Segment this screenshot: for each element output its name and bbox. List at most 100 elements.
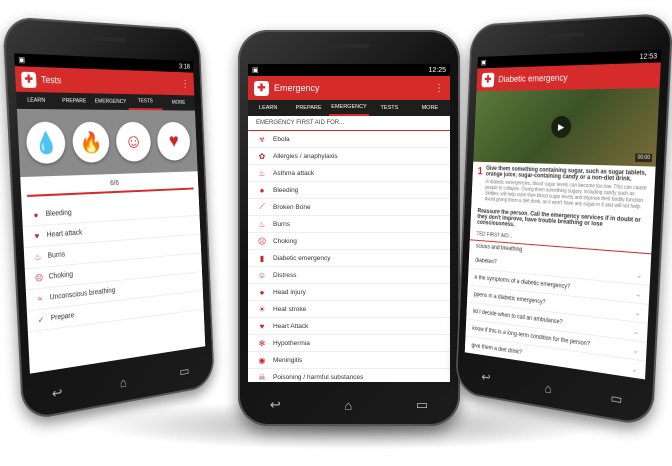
item-label: Meningitis — [273, 357, 302, 364]
test-tiles: 💧 🔥 ☺ ♥ — [17, 109, 198, 177]
notification-icon: ▣ — [18, 56, 25, 65]
item-label: Ebola — [273, 136, 290, 143]
heat-stroke-icon: ☀ — [256, 305, 268, 314]
tab-prepare[interactable]: PREPARE — [55, 93, 93, 110]
overflow-menu-icon[interactable]: ⋮ — [434, 83, 444, 94]
tab-learn[interactable]: LEARN — [248, 100, 288, 116]
item-label: Distress — [273, 272, 296, 279]
item-label: Asthma attack — [273, 170, 314, 177]
item-label: Poisoning / harmful substances — [273, 374, 363, 381]
list-item[interactable]: ☀ Heat stroke — [248, 301, 450, 318]
heart-attack-icon: ♥ — [31, 231, 43, 241]
list-item[interactable]: ● Head injury — [248, 284, 450, 301]
overflow-menu-icon[interactable]: ⋮ — [181, 78, 189, 89]
chevron-down-icon: ⌄ — [632, 346, 638, 355]
app-bar: ✚ Emergency ⋮ — [248, 76, 450, 100]
list-item[interactable]: ◉ Meningitis — [248, 352, 450, 369]
back-key-icon[interactable]: ↩ — [481, 369, 491, 386]
list-item[interactable]: ☹ Choking — [248, 233, 450, 250]
tab-more[interactable]: MORE — [162, 95, 195, 111]
chevron-down-icon: ⌄ — [635, 289, 641, 298]
list-item[interactable]: ✻ Hypothermia — [248, 335, 450, 352]
home-key-icon[interactable]: ⌂ — [119, 374, 127, 390]
app-logo-icon: ✚ — [481, 72, 494, 87]
list-item[interactable]: ✿ Allergies / anaphylaxis — [248, 148, 450, 165]
faq-question: give them a diet drink? — [471, 342, 522, 355]
screen-emergency: ▣ 12:25 ✚ Emergency ⋮ LEARN PREPARE EMER… — [248, 64, 450, 382]
status-time: 12:53 — [639, 52, 657, 60]
recents-key-icon[interactable]: ▭ — [179, 363, 190, 380]
home-key-icon[interactable]: ⌂ — [344, 398, 352, 413]
list-item[interactable]: ☠ Poisoning / harmful substances — [248, 369, 450, 382]
heart-attack-icon: ♥ — [256, 322, 268, 331]
list-item[interactable]: ▮ Diabetic emergency — [248, 250, 450, 267]
tab-prepare[interactable]: PREPARE — [288, 100, 328, 116]
topic-label: Burns — [48, 251, 66, 260]
bleeding-icon: ● — [30, 210, 42, 220]
tab-tests[interactable]: TESTS — [128, 94, 163, 110]
recents-key-icon[interactable]: ▭ — [416, 397, 428, 413]
list-item[interactable]: ♥ Heart Attack — [248, 318, 450, 335]
list-item[interactable]: ⟋ Broken Bone — [248, 199, 450, 216]
choking-icon: ☹ — [33, 273, 45, 284]
speaker-grille — [90, 36, 126, 42]
home-key-icon[interactable]: ⌂ — [544, 380, 552, 396]
distress-icon: ☺ — [256, 271, 268, 280]
tab-emergency[interactable]: EMERGENCY — [329, 100, 369, 116]
item-label: Allergies / anaphylaxis — [273, 153, 338, 160]
phone-tests: ▣ 3:18 ✚ Tests ⋮ LEARN PREPARE EMERGENCY… — [2, 16, 215, 422]
prepare-check-icon: ✓ — [35, 314, 47, 325]
heart-icon[interactable]: ♥ — [156, 122, 190, 161]
list-item[interactable]: ☺ Distress — [248, 267, 450, 284]
unconscious-breathing-icon: ≈ — [34, 294, 46, 305]
recents-key-icon[interactable]: ▭ — [610, 390, 623, 408]
notification-icon: ▣ — [481, 59, 487, 67]
topic-label: Unconscious breathing — [50, 287, 116, 301]
choking-person-icon[interactable]: ☺ — [115, 122, 151, 162]
faq-question: ppens in a diabetic emergency? — [474, 291, 546, 305]
chevron-down-icon: ⌄ — [636, 271, 642, 280]
blood-drops-icon[interactable]: 💧 — [25, 122, 66, 164]
step-number: 1 — [476, 166, 483, 202]
app-title: Diabetic emergency — [498, 70, 654, 84]
list-item[interactable]: ☣ Ebola — [248, 131, 450, 148]
tab-bar: LEARN PREPARE EMERGENCY TESTS MORE — [16, 92, 195, 111]
notification-icon: ▣ — [252, 66, 259, 74]
hypothermia-icon: ✻ — [256, 339, 268, 348]
nav-keys: ↩ ⌂ ▭ — [238, 394, 460, 416]
item-label: Heart Attack — [273, 323, 308, 330]
step-detail-text: In diabetic emergencies, blood sugar lev… — [485, 179, 649, 211]
phone-emergency: ▣ 12:25 ✚ Emergency ⋮ LEARN PREPARE EMER… — [238, 30, 460, 426]
chevron-down-icon: ⌄ — [632, 364, 638, 373]
section-title: EMERGENCY FIRST AID FOR... — [248, 116, 450, 131]
topic-label: Choking — [49, 271, 74, 281]
item-label: Broken Bone — [273, 204, 311, 211]
video-duration: 00:00 — [635, 153, 652, 162]
diabetic-icon: ▮ — [256, 254, 268, 263]
video-player[interactable]: ▶ 00:00 — [473, 88, 659, 167]
flame-icon[interactable]: 🔥 — [72, 122, 110, 163]
list-item[interactable]: ● Bleeding — [248, 182, 450, 199]
back-key-icon[interactable]: ↩ — [270, 397, 281, 413]
tab-emergency[interactable]: EMERGENCY — [92, 93, 128, 110]
phone-diabetic: ▣ 12:53 ✚ Diabetic emergency ▶ 00:00 1 G… — [455, 13, 672, 428]
speaker-grille — [329, 44, 369, 48]
topic-label: Bleeding — [46, 209, 72, 218]
item-label: Head injury — [273, 289, 306, 296]
list-item[interactable]: ♨ Asthma attack — [248, 165, 450, 182]
burns-icon: ♨ — [32, 252, 44, 262]
list-item[interactable]: ♨ Burns — [248, 216, 450, 233]
app-logo-icon: ✚ — [254, 81, 269, 96]
topic-label: Heart attack — [47, 229, 83, 239]
tab-more[interactable]: MORE — [410, 100, 450, 116]
back-key-icon[interactable]: ↩ — [52, 384, 63, 402]
play-icon[interactable]: ▶ — [551, 116, 572, 138]
chevron-down-icon: ⌄ — [634, 308, 640, 317]
app-logo-icon: ✚ — [21, 71, 37, 87]
tab-tests[interactable]: TESTS — [369, 100, 409, 116]
status-time: 3:18 — [179, 63, 190, 70]
item-label: Diabetic emergency — [273, 255, 330, 262]
tab-learn[interactable]: LEARN — [16, 92, 56, 109]
tab-bar: LEARN PREPARE EMERGENCY TESTS MORE — [248, 100, 450, 116]
item-label: Heat stroke — [273, 306, 306, 313]
